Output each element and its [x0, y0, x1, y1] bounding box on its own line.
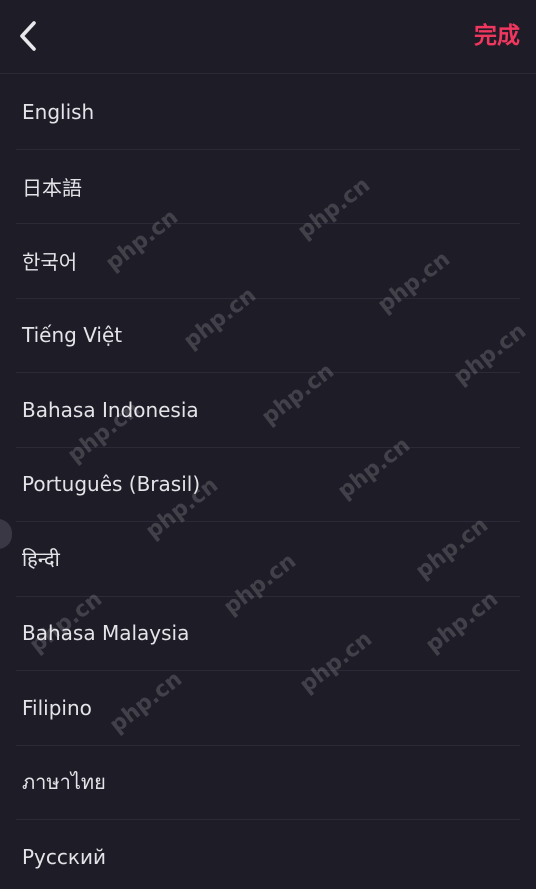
language-item-thai[interactable]: ภาษาไทย — [16, 746, 520, 820]
language-item-malay[interactable]: Bahasa Malaysia — [16, 597, 520, 671]
language-item-english[interactable]: English — [16, 75, 520, 150]
language-label: Русский — [22, 845, 106, 870]
top-bar: 完成 — [0, 0, 536, 74]
language-label: English — [22, 99, 95, 124]
language-item-japanese[interactable]: 日本語 — [16, 150, 520, 224]
language-item-indonesian[interactable]: Bahasa Indonesia — [16, 373, 520, 448]
language-item-vietnamese[interactable]: Tiếng Việt — [16, 299, 520, 373]
language-label: Bahasa Malaysia — [22, 621, 190, 646]
language-label: हिन्दी — [22, 547, 60, 572]
language-item-korean[interactable]: 한국어 — [16, 224, 520, 299]
chevron-left-icon — [20, 21, 36, 51]
language-label: Português (Brasil) — [22, 472, 201, 497]
language-item-filipino[interactable]: Filipino — [16, 671, 520, 746]
language-label: ภาษาไทย — [22, 770, 106, 795]
language-list: English 日本語 한국어 Tiếng Việt Bahasa Indone… — [0, 75, 536, 889]
language-item-portuguese-brazil[interactable]: Português (Brasil) — [16, 448, 520, 522]
back-button[interactable] — [8, 14, 48, 58]
language-item-hindi[interactable]: हिन्दी — [16, 522, 520, 597]
done-button[interactable]: 完成 — [474, 18, 520, 54]
language-label: 한국어 — [22, 250, 78, 275]
language-item-russian[interactable]: Русский — [16, 820, 520, 889]
language-label: Tiếng Việt — [22, 323, 123, 348]
language-label: 日本語 — [22, 175, 82, 200]
language-label: Filipino — [22, 695, 92, 720]
language-label: Bahasa Indonesia — [22, 397, 199, 422]
